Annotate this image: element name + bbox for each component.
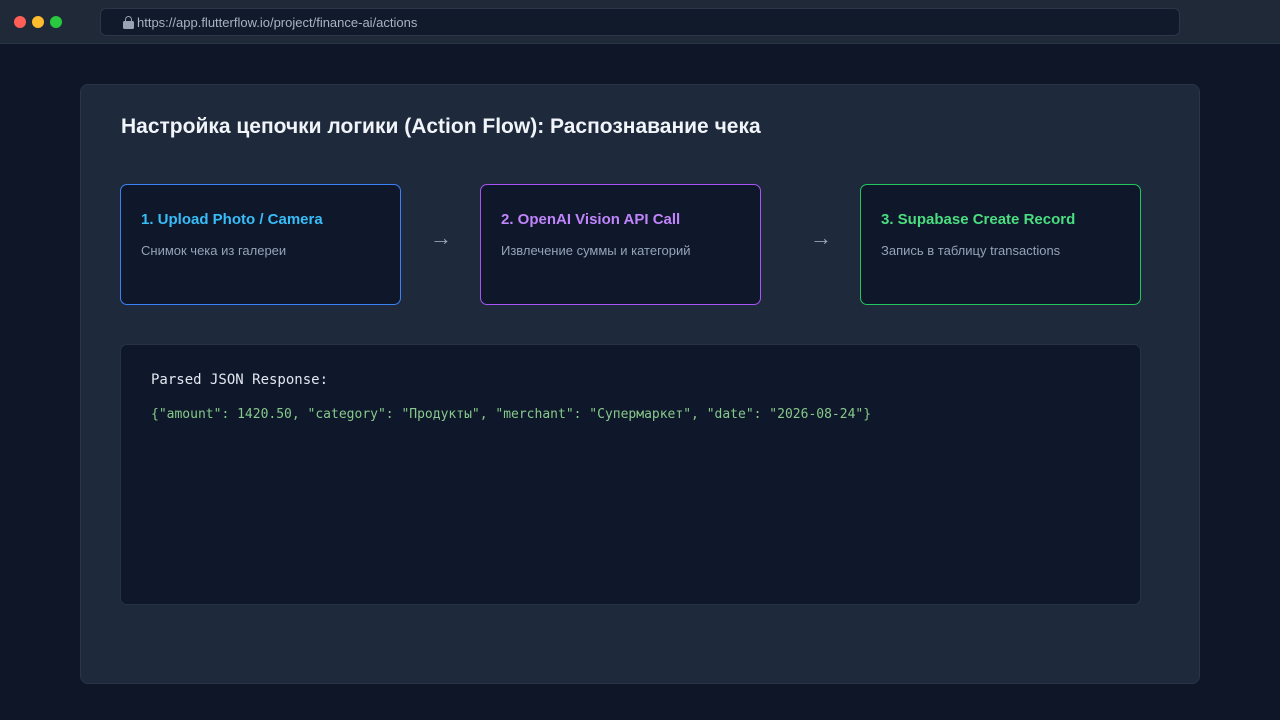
arrow-right-icon: → bbox=[430, 225, 452, 250]
json-response-body: {"amount": 1420.50, "category": "Продукт… bbox=[151, 407, 872, 422]
step-title: 3. Supabase Create Record bbox=[881, 211, 1076, 228]
url-text[interactable]: https://app.flutterflow.io/project/finan… bbox=[137, 15, 417, 30]
step-title: 1. Upload Photo / Camera bbox=[141, 211, 323, 228]
step-upload-photo[interactable]: 1. Upload Photo / Camera Снимок чека из … bbox=[120, 184, 401, 305]
step-openai-vision[interactable]: 2. OpenAI Vision API Call Извлечение сум… bbox=[480, 184, 761, 305]
address-bar[interactable]: https://app.flutterflow.io/project/finan… bbox=[100, 8, 1180, 36]
step-description: Запись в таблицу transactions bbox=[881, 243, 1061, 258]
step-description: Извлечение суммы и категорий bbox=[501, 243, 691, 258]
action-flow-card: Настройка цепочки логики (Action Flow): … bbox=[80, 84, 1200, 684]
browser-titlebar: https://app.flutterflow.io/project/finan… bbox=[0, 0, 1280, 44]
maximize-window-button[interactable] bbox=[50, 16, 62, 28]
lock-icon bbox=[123, 16, 134, 29]
step-title: 2. OpenAI Vision API Call bbox=[501, 211, 681, 228]
json-response-panel: Parsed JSON Response: {"amount": 1420.50… bbox=[120, 344, 1141, 605]
page-title: Настройка цепочки логики (Action Flow): … bbox=[121, 115, 761, 138]
step-description: Снимок чека из галереи bbox=[141, 243, 287, 258]
json-response-label: Parsed JSON Response: bbox=[151, 372, 329, 388]
minimize-window-button[interactable] bbox=[32, 16, 44, 28]
step-supabase-create[interactable]: 3. Supabase Create Record Запись в табли… bbox=[860, 184, 1141, 305]
close-window-button[interactable] bbox=[14, 16, 26, 28]
arrow-right-icon: → bbox=[810, 225, 832, 250]
